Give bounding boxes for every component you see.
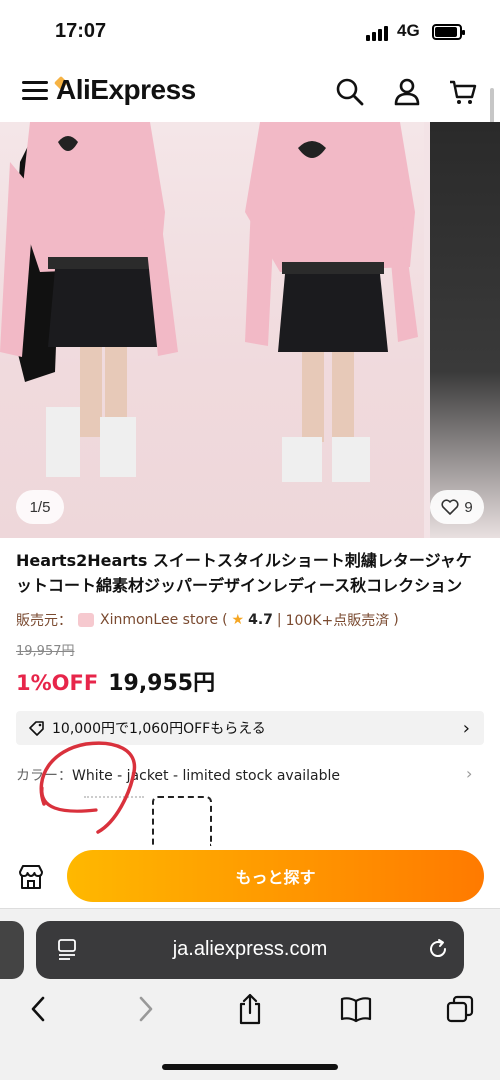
wishlist-count: 9 [464,498,473,516]
network-type: 4G [397,21,420,40]
chevron-right-icon[interactable]: › [466,764,472,783]
search-icon[interactable] [334,76,366,108]
reload-icon[interactable] [426,937,450,961]
menu-icon[interactable] [22,80,48,102]
chevron-right-icon: › [462,717,470,739]
store-rating: 4.7 [248,612,273,628]
url-text: ja.aliexpress.com [172,938,328,960]
forward-button[interactable] [128,991,164,1027]
bottom-action-bar: もっと探す [0,846,500,908]
star-icon: ★ [231,612,245,628]
product-title: Hearts2Hearts スイートスタイルショート刺繍レタージャケットコート綿… [16,551,472,595]
price-row: 1%OFF 19,955円 [16,665,215,697]
tabs-button[interactable] [442,991,478,1027]
next-product-image[interactable] [430,122,500,538]
book-icon [340,997,372,1023]
browser-toolbar: ja.aliexpress.com [0,908,500,1080]
battery-icon [432,24,465,40]
home-indicator [162,1064,338,1070]
share-icon [239,993,261,1025]
discount-badge: 1%OFF [16,671,99,695]
coupon-banner[interactable]: 10,000円で1,060円OFFもらえる › [16,711,484,745]
store-name[interactable]: XinmonLee store [100,612,218,628]
status-time: 17:07 [55,20,107,42]
seller-info[interactable]: 販売元： XinmonLee store ( ★ 4.7 | 100K+点販売済… [16,610,399,630]
heart-icon [441,499,459,515]
color-value: White - jacket - limited stock available [72,768,341,784]
tabs-icon [446,995,474,1023]
aliexpress-logo[interactable]: AliExpress [56,74,196,106]
current-price: 19,955円 [108,671,216,696]
color-swatch-selected[interactable] [152,796,212,846]
sold-count: 100K+点販売済 [285,613,390,629]
seller-label: 販売元： [16,613,72,629]
chevron-left-icon [31,996,45,1022]
chevron-right-icon [139,996,153,1022]
color-swatch[interactable] [84,796,144,846]
share-button[interactable] [232,991,268,1027]
previous-tab-peek[interactable] [0,921,24,979]
color-selector[interactable]: カラー：White - jacket - limited stock avail… [16,765,340,785]
tag-icon [29,721,44,736]
address-bar[interactable]: ja.aliexpress.com [36,921,464,979]
bookmarks-button[interactable] [338,991,374,1027]
back-button[interactable] [20,991,56,1027]
wishlist-button[interactable]: 9 [430,490,484,524]
explore-more-button[interactable]: もっと探す [67,850,484,902]
app-header: AliExpress [0,64,500,122]
store-icon [78,613,94,627]
original-price: 19,957円 [16,644,75,659]
image-counter: 1/5 [16,490,64,524]
status-bar: 17:07 4G [0,0,500,64]
coupon-text: 10,000円で1,060円OFFもらえる [52,721,266,737]
product-gallery[interactable] [0,122,500,538]
signal-icon [366,25,388,41]
product-image[interactable] [0,122,424,538]
store-icon[interactable] [16,862,46,892]
color-label: カラー： [16,768,72,784]
cart-icon[interactable] [447,76,479,108]
account-icon[interactable] [391,76,423,108]
